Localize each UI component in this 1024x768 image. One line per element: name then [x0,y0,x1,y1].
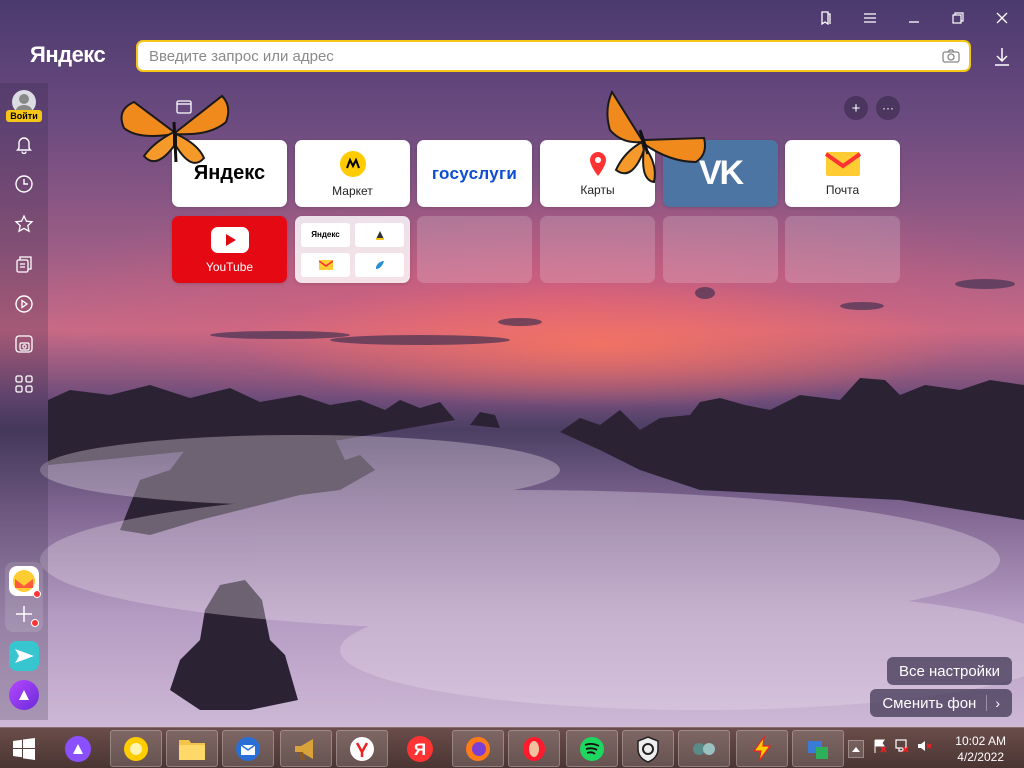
megaphone-app-icon[interactable] [280,730,332,767]
address-bar[interactable] [136,40,971,72]
svg-text:Я: Я [414,740,426,759]
bookmarks-icon[interactable] [804,6,848,30]
tile-label: YouTube [205,259,254,274]
search-input[interactable] [149,47,933,65]
clock-time: 10:02 AM [955,734,1006,748]
tile-empty[interactable] [663,216,778,283]
tile-empty[interactable] [540,216,655,283]
apps-grid-icon[interactable] [12,372,36,396]
restore-icon[interactable] [936,6,980,30]
change-background-button[interactable]: Сменить фон › [870,689,1012,717]
network-icon[interactable] [894,738,910,759]
history-icon[interactable] [12,172,36,196]
collections-icon[interactable] [12,252,36,276]
file-explorer-icon[interactable] [166,730,218,767]
tile-youtube[interactable]: YouTube [172,216,287,283]
butterfly-decoration [606,90,706,184]
more-button[interactable]: ··· [876,96,900,120]
close-icon[interactable] [980,6,1024,30]
windows-start-icon[interactable] [0,728,48,768]
folder-item-mail [301,252,350,277]
star-icon[interactable] [12,212,36,236]
lightning-app-icon[interactable] [736,730,788,767]
menu-icon[interactable] [848,6,892,30]
youtube-icon [210,226,249,253]
camera-search-icon[interactable] [933,42,969,70]
mail-app-icon[interactable] [9,566,41,598]
alice-taskbar-icon[interactable] [52,730,104,767]
messenger-icon[interactable] [9,641,39,671]
volume-mute-icon[interactable] [916,738,932,759]
firefox-icon[interactable] [452,730,504,767]
login-badge[interactable]: Войти [6,110,42,122]
yandex-disk-icon[interactable] [110,730,162,767]
system-tray [848,728,932,768]
folder-item-2 [355,222,404,247]
download-icon[interactable] [992,46,1012,68]
tile-gosuslugi[interactable]: госуслуги [417,140,532,207]
add-tile-button[interactable]: + [844,96,868,120]
opera-icon[interactable] [508,730,560,767]
minimize-icon[interactable] [892,6,936,30]
screenshot-icon[interactable] [12,332,36,356]
video-icon[interactable] [12,292,36,316]
tile-empty[interactable] [785,216,900,283]
folder-item-4 [355,252,404,277]
all-settings-button[interactable]: Все настройки [886,657,1012,685]
clock-date: 4/2/2022 [957,750,1004,764]
taskbar: Я 10:02 AM 4/2/2022 [0,727,1024,768]
folder-item-yandex: Яндекс [301,222,350,247]
market-icon [339,150,366,177]
gosuslugi-tile-logo: госуслуги [431,163,518,183]
chevron-right-icon[interactable]: › [986,695,1000,711]
thunderbird-icon[interactable] [222,730,274,767]
network-app-icon[interactable] [792,730,844,767]
utility-app-icon[interactable] [678,730,730,767]
bell-icon[interactable] [12,132,36,156]
yandex-logo[interactable]: Яндекс [30,42,106,68]
tile-folder[interactable]: Яндекс [295,216,410,283]
tile-mail[interactable]: Почта [785,140,900,207]
tile-empty[interactable] [417,216,532,283]
window-controls [804,6,1024,30]
tile-market[interactable]: Маркет [295,140,410,207]
flag-icon[interactable] [872,738,888,759]
alice-icon[interactable] [9,680,39,710]
spotify-icon[interactable] [566,730,618,767]
mail-icon [824,151,861,176]
yandex-taskbar-icon[interactable]: Я [394,730,446,767]
tab-icon[interactable] [176,100,192,114]
butterfly-decoration [120,94,230,164]
tile-label: Маркет [332,183,373,198]
add-app-icon[interactable] [9,599,39,629]
shield-app-icon[interactable] [622,730,674,767]
tile-label: Почта [825,182,860,197]
yandex-browser-taskbar-icon[interactable] [336,730,388,767]
clock[interactable]: 10:02 AM 4/2/2022 [955,733,1006,765]
change-background-label: Сменить фон [882,694,977,712]
tray-expand-icon[interactable] [848,739,864,758]
all-settings-label: Все настройки [898,662,1000,680]
